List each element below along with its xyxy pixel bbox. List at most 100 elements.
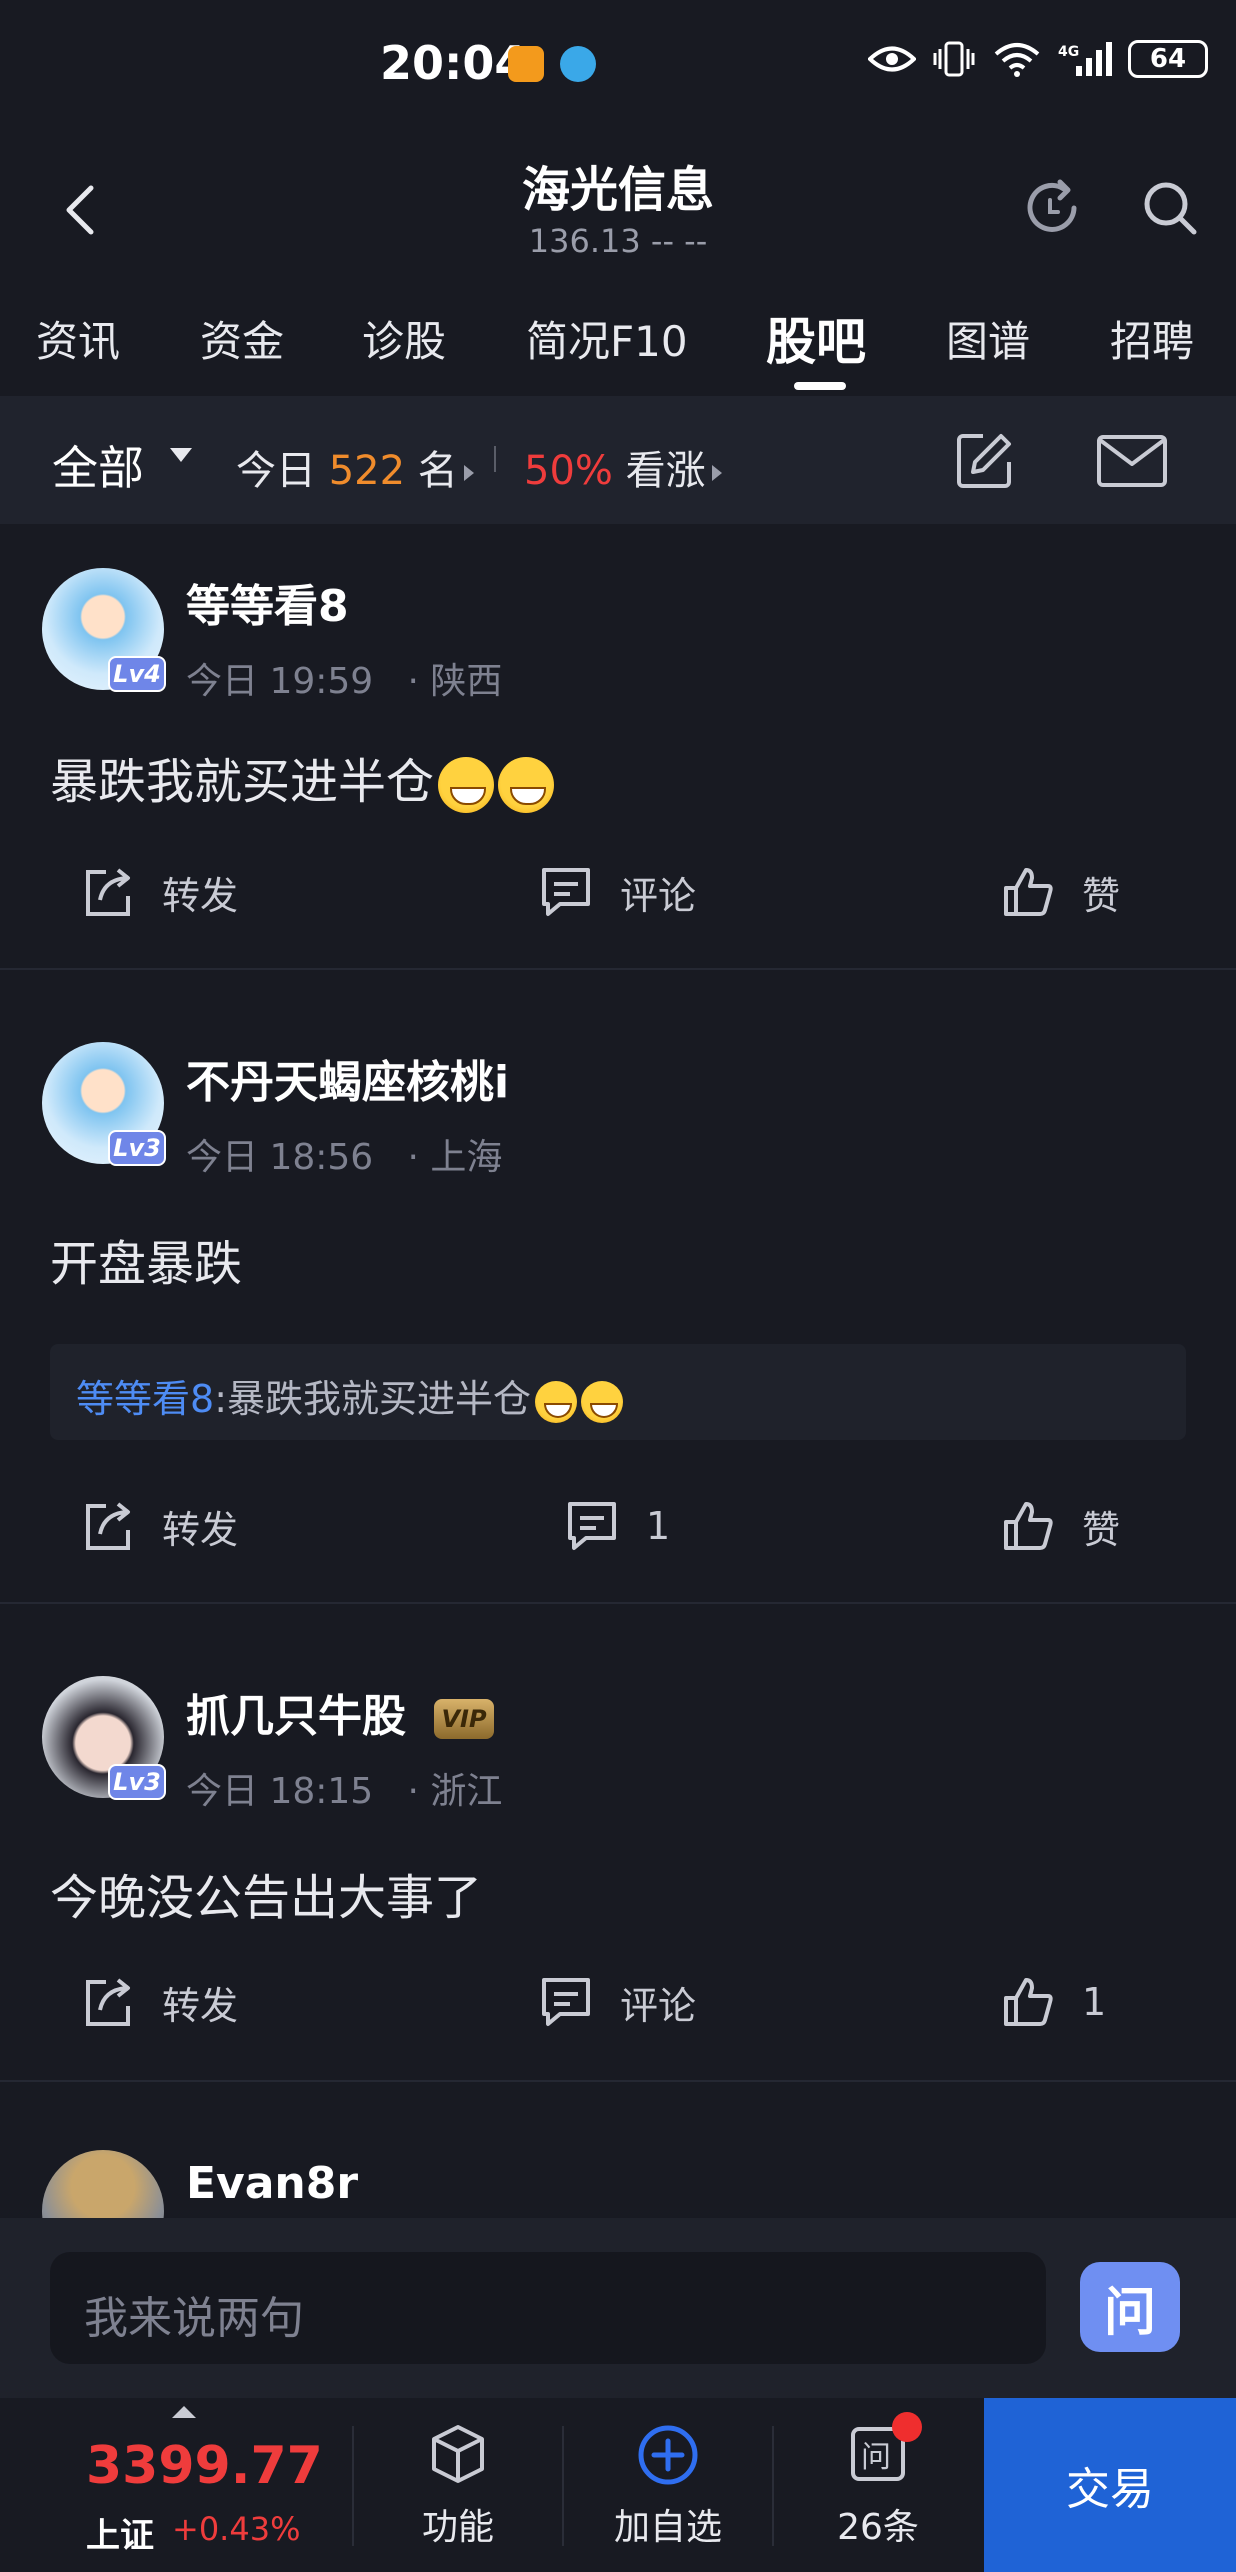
like-button[interactable]: 1 [1000, 1974, 1106, 2030]
post-card[interactable]: Evan8r [0, 2082, 1236, 2218]
avatar[interactable] [42, 2150, 164, 2218]
svg-text:4G: 4G [1058, 44, 1079, 60]
trade-button[interactable]: 交易 [984, 2398, 1236, 2572]
refresh-button[interactable] [1014, 170, 1090, 246]
post-time: 今日 18:15 [186, 1771, 374, 1812]
like-button[interactable]: 赞 [1000, 1498, 1120, 1554]
index-change: +0.43% [172, 2510, 301, 2548]
quoted-username[interactable]: 等等看8 [76, 1377, 214, 1421]
today-count: 522 [328, 448, 406, 494]
grin-emoji-icon [535, 1380, 577, 1423]
search-button[interactable] [1132, 170, 1208, 246]
notification-dot [892, 2412, 922, 2442]
username-text: 抓几只牛股 [186, 1691, 406, 1742]
share-button[interactable]: 转发 [80, 864, 238, 920]
post-username[interactable]: 抓几只牛股 VIP [186, 1680, 494, 1744]
bullish-ratio[interactable]: 50% 看涨 [524, 438, 722, 496]
video-app-icon [508, 46, 544, 82]
post-location: · 陕西 [407, 661, 503, 702]
tab-diagnosis[interactable]: 诊股 [362, 308, 446, 369]
post-location: · 上海 [407, 1137, 503, 1178]
add-watchlist-button[interactable]: 加自选 [578, 2420, 758, 2550]
share-label: 转发 [162, 873, 239, 918]
wifi-icon [994, 43, 1040, 77]
divider [352, 2426, 354, 2546]
grin-emoji-icon [581, 1380, 623, 1423]
quoted-text: :暴跌我就买进半仓 [214, 1377, 531, 1421]
signal-icon: 4G [1058, 42, 1112, 76]
comment-button[interactable]: 评论 [538, 1974, 696, 2030]
ask-button[interactable]: 问 [1080, 2262, 1180, 2352]
messages-button[interactable] [1094, 426, 1170, 496]
function-button[interactable]: 功能 [368, 2420, 548, 2550]
browser-app-icon [560, 46, 596, 82]
status-bar: 20:04 4G 64 [0, 0, 1236, 130]
quoted-post[interactable]: 等等看8:暴跌我就买进半仓 [50, 1344, 1186, 1440]
grin-emoji-icon [498, 757, 555, 813]
active-tab-indicator [794, 382, 846, 390]
questions-button[interactable]: 问 26条 [788, 2420, 968, 2550]
tab-news[interactable]: 资讯 [36, 308, 120, 369]
today-poster-count[interactable]: 今日 522 名 [236, 438, 474, 496]
forum-filter-bar: 全部 今日 522 名 50% 看涨 [0, 396, 1236, 524]
arrow-right-icon [463, 465, 474, 481]
post-card[interactable]: Lv3 不丹天蝎座核桃i 今日 18:56 · 上海 开盘暴跌 等等看8:暴跌我… [0, 970, 1236, 1604]
post-location: · 浙江 [407, 1771, 503, 1812]
post-content: 暴跌我就买进半仓 [50, 742, 555, 813]
edit-icon [957, 434, 1011, 488]
status-time: 20:04 [380, 36, 527, 90]
share-icon [86, 1978, 130, 2026]
filter-all-dropdown[interactable]: 全部 [52, 432, 144, 498]
share-button[interactable]: 转发 [80, 1974, 238, 2030]
thumbs-up-icon [1004, 1978, 1053, 2026]
like-label: 赞 [1082, 873, 1121, 918]
comment-button[interactable]: 1 [564, 1498, 670, 1554]
like-button[interactable]: 赞 [1000, 864, 1120, 920]
post-card[interactable]: Lv3 抓几只牛股 VIP 今日 18:15 · 浙江 今晚没公告出大事了 转发 … [0, 1604, 1236, 2082]
share-button[interactable]: 转发 [80, 1498, 238, 1554]
caret-down-icon [170, 448, 192, 462]
share-label: 转发 [162, 1983, 239, 2028]
questions-count-label: 26条 [837, 2507, 919, 2548]
post-content: 今晚没公告出大事了 [50, 1870, 483, 1926]
stock-header: 海光信息 136.13 -- -- [0, 130, 1236, 290]
comment-input[interactable]: 我来说两句 [50, 2252, 1046, 2364]
search-icon [1144, 182, 1197, 235]
share-label: 转发 [162, 1507, 239, 1552]
cube-icon [432, 2425, 484, 2483]
comment-label: 评论 [620, 1983, 697, 2028]
tab-forum[interactable]: 股吧 [766, 302, 866, 374]
plus-circle-icon [638, 2425, 698, 2485]
expand-up-icon[interactable] [172, 2406, 196, 2418]
comment-button[interactable]: 评论 [538, 864, 696, 920]
post-meta: 今日 19:59 · 陕西 [186, 652, 502, 704]
tab-recruitment[interactable]: 招聘 [1110, 308, 1194, 369]
post-content: 开盘暴跌 [50, 1236, 243, 1292]
post-username[interactable]: 等等看8 [186, 570, 349, 634]
like-label: 赞 [1082, 1507, 1121, 1552]
tab-graph[interactable]: 图谱 [946, 308, 1030, 369]
tab-f10[interactable]: 简况F10 [526, 308, 688, 369]
battery-indicator: 64 [1128, 40, 1208, 78]
post-username[interactable]: 不丹天蝎座核桃i [186, 1046, 509, 1110]
thumbs-up-icon [1004, 1502, 1053, 1550]
eye-icon [868, 46, 916, 72]
post-meta: 今日 18:15 · 浙江 [186, 1762, 502, 1814]
post-text: 暴跌我就买进半仓 [50, 754, 435, 810]
post-username[interactable]: Evan8r [186, 2158, 358, 2209]
tab-funds[interactable]: 资金 [200, 308, 284, 369]
tab-bar: 资讯 资金 诊股 简况F10 股吧 图谱 招聘 [0, 290, 1236, 396]
level-badge: Lv4 [108, 656, 166, 692]
arrow-right-icon [711, 465, 722, 481]
post-card[interactable]: Lv4 等等看8 今日 19:59 · 陕西 暴跌我就买进半仓 转发 评论 赞 [0, 524, 1236, 970]
level-badge: Lv3 [108, 1130, 166, 1166]
refresh-icon [1027, 179, 1077, 232]
comment-icon [542, 868, 590, 916]
like-count: 1 [1082, 1980, 1107, 2024]
index-value[interactable]: 3399.77 [86, 2436, 323, 2496]
function-label: 功能 [421, 2507, 494, 2548]
compose-post-button[interactable] [946, 426, 1022, 496]
today-suffix: 名 [417, 448, 458, 494]
comment-label: 评论 [620, 873, 697, 918]
post-meta: 今日 18:56 · 上海 [186, 1128, 502, 1180]
